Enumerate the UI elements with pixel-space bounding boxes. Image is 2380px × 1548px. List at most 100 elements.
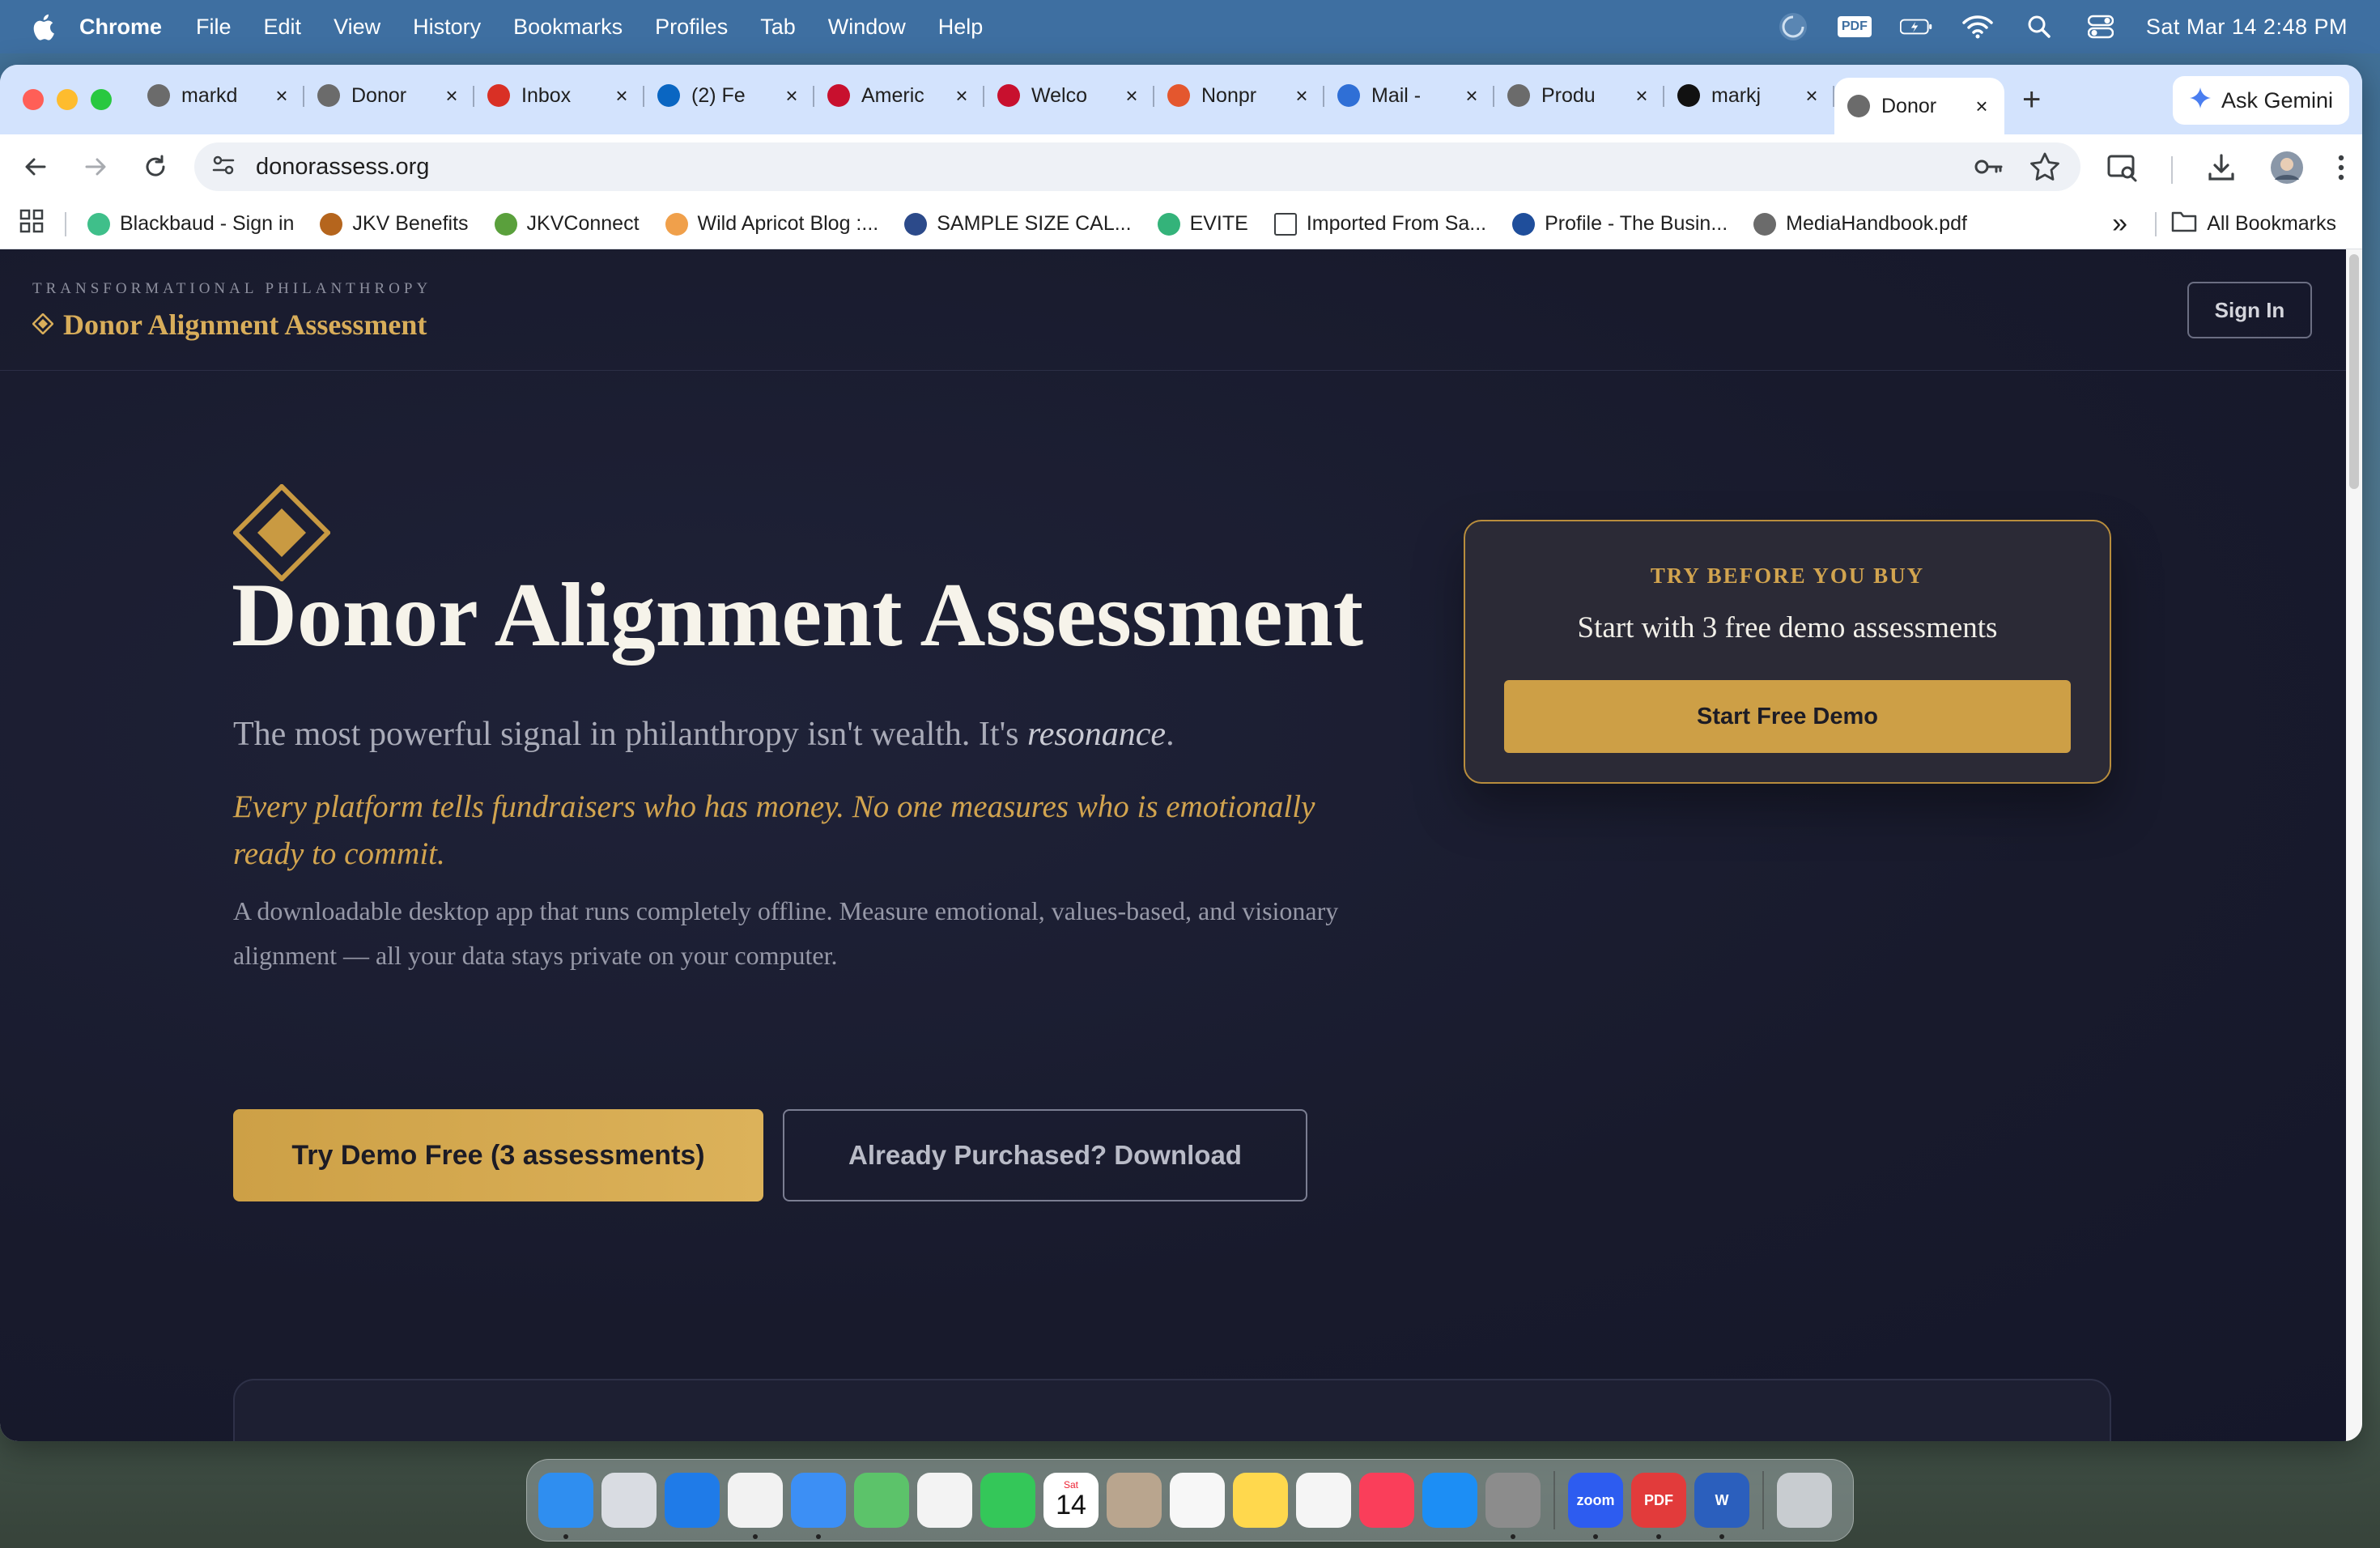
dock-contacts-icon[interactable] <box>1107 1473 1162 1528</box>
already-purchased-download-button[interactable]: Already Purchased? Download <box>783 1109 1307 1201</box>
dock-trash-icon[interactable] <box>1777 1473 1832 1528</box>
browser-tab[interactable]: Nonpr × <box>1154 71 1324 120</box>
bookmark-item[interactable]: SAMPLE SIZE CAL... <box>904 212 1132 236</box>
more-bookmarks-chevron-icon[interactable]: » <box>2112 208 2127 240</box>
tab-search-icon[interactable] <box>2106 151 2139 188</box>
close-tab-icon[interactable]: × <box>442 83 461 108</box>
close-tab-icon[interactable]: × <box>1632 83 1651 108</box>
tab-active[interactable]: Donor × <box>1834 78 2004 134</box>
browser-tab[interactable]: Americ × <box>814 71 984 120</box>
menu-bar-clock[interactable]: Sat Mar 14 2:48 PM <box>2146 15 2348 40</box>
dock-facetime-icon[interactable] <box>980 1473 1035 1528</box>
try-demo-free-button[interactable]: Try Demo Free (3 assessments) <box>233 1109 763 1201</box>
close-tab-icon[interactable]: × <box>952 83 971 108</box>
dock-launchpad-icon[interactable] <box>601 1473 657 1528</box>
close-tab-icon[interactable]: × <box>272 83 291 108</box>
dock-photos-icon[interactable] <box>917 1473 972 1528</box>
browser-tab[interactable]: Produ × <box>1494 71 1664 120</box>
apps-grid-icon[interactable] <box>19 209 44 239</box>
back-arrow-icon[interactable] <box>19 151 52 183</box>
menu-profiles[interactable]: Profiles <box>655 15 728 40</box>
bookmark-item[interactable]: MediaHandbook.pdf <box>1753 212 1967 236</box>
menu-history[interactable]: History <box>413 15 481 40</box>
close-tab-icon[interactable]: × <box>612 83 631 108</box>
pdf-menu-icon[interactable]: PDF <box>1837 11 1872 43</box>
bookmark-item[interactable]: Imported From Sa... <box>1273 212 1486 236</box>
bookmark-item[interactable]: Blackbaud - Sign in <box>87 212 294 236</box>
dock-safari-icon[interactable] <box>665 1473 720 1528</box>
bookmark-star-icon[interactable] <box>2029 151 2061 187</box>
apple-icon[interactable] <box>32 12 57 41</box>
dock-pdf-expert-icon[interactable]: PDF <box>1631 1473 1686 1539</box>
bookmark-item[interactable]: EVITE <box>1157 212 1248 236</box>
dock-word-icon[interactable]: W <box>1694 1473 1749 1539</box>
menu-bookmarks[interactable]: Bookmarks <box>513 15 623 40</box>
subtitle-text: The most powerful signal in philanthropy… <box>233 716 1027 753</box>
address-bar[interactable]: donorassess.org <box>194 142 2080 191</box>
reload-icon[interactable] <box>139 151 172 183</box>
close-window-button[interactable] <box>23 89 44 110</box>
close-tab-icon[interactable]: × <box>1462 83 1481 108</box>
menu-edit[interactable]: Edit <box>264 15 302 40</box>
dock-finder-icon[interactable] <box>538 1473 593 1539</box>
dock-notes-icon[interactable] <box>1233 1473 1288 1528</box>
siri-icon[interactable] <box>1777 11 1809 43</box>
sign-in-button[interactable]: Sign In <box>2187 282 2312 338</box>
tab-favicon-icon <box>657 84 680 107</box>
dock-app-store-icon[interactable] <box>1422 1473 1477 1528</box>
all-bookmarks-button[interactable]: All Bookmarks <box>2171 210 2336 238</box>
wifi-icon[interactable] <box>1961 11 1994 43</box>
browser-tab[interactable]: Mail - × <box>1324 71 1494 120</box>
dock-freeform-icon[interactable] <box>1296 1473 1351 1528</box>
browser-tab[interactable]: Inbox × <box>474 71 644 120</box>
dock-divider <box>1762 1471 1764 1529</box>
menu-help[interactable]: Help <box>938 15 984 40</box>
minimize-window-button[interactable] <box>57 89 78 110</box>
browser-tab[interactable]: (2) Fe × <box>644 71 814 120</box>
dock-music-icon[interactable] <box>1359 1473 1414 1528</box>
dock-system-settings-icon[interactable] <box>1485 1473 1541 1539</box>
scrollbar-thumb[interactable] <box>2349 254 2359 489</box>
site-info-icon[interactable] <box>210 152 236 182</box>
dock-mail-icon[interactable] <box>791 1473 846 1539</box>
battery-icon[interactable] <box>1899 11 1932 43</box>
dock-calendar-icon[interactable]: Sat 14 <box>1043 1473 1099 1528</box>
dock-reminders-icon[interactable] <box>1170 1473 1225 1528</box>
url-text[interactable]: donorassess.org <box>256 154 429 181</box>
menu-window[interactable]: Window <box>828 15 906 40</box>
word-label: W <box>1715 1491 1729 1508</box>
browser-tab[interactable]: markd × <box>134 71 304 120</box>
close-tab-icon[interactable]: × <box>782 83 801 108</box>
browser-tab[interactable]: Donor × <box>304 71 474 120</box>
bookmark-item[interactable]: Profile - The Busin... <box>1512 212 1728 236</box>
password-key-icon[interactable] <box>1972 151 2004 187</box>
ask-gemini-button[interactable]: Ask Gemini <box>2172 76 2349 125</box>
spotlight-search-icon[interactable] <box>2023 11 2055 43</box>
close-tab-icon[interactable]: × <box>1802 83 1821 108</box>
dock-chrome-icon[interactable] <box>728 1473 783 1539</box>
dock-maps-icon[interactable] <box>854 1473 909 1528</box>
profile-avatar[interactable] <box>2270 151 2304 189</box>
control-center-icon[interactable] <box>2085 11 2117 43</box>
download-icon[interactable] <box>2205 151 2238 188</box>
close-tab-icon[interactable]: × <box>1972 94 1991 119</box>
menu-file[interactable]: File <box>196 15 232 40</box>
page-scrollbar[interactable] <box>2346 249 2362 1441</box>
menu-tab[interactable]: Tab <box>760 15 796 40</box>
menu-app-name[interactable]: Chrome <box>79 15 162 40</box>
browser-tab[interactable]: Welco × <box>984 71 1154 120</box>
bookmark-item[interactable]: Wild Apricot Blog :... <box>665 212 878 236</box>
site-brand-link[interactable]: Donor Alignment Assessment <box>32 308 427 342</box>
bookmark-item[interactable]: JKVConnect <box>494 212 640 236</box>
bookmark-item[interactable]: JKV Benefits <box>320 212 469 236</box>
close-tab-icon[interactable]: × <box>1292 83 1311 108</box>
new-tab-button[interactable]: + <box>2022 82 2041 118</box>
more-menu-icon[interactable] <box>2336 153 2346 186</box>
zoom-window-button[interactable] <box>91 89 112 110</box>
browser-tab[interactable]: markj × <box>1664 71 1834 120</box>
menu-view[interactable]: View <box>334 15 380 40</box>
start-free-demo-button[interactable]: Start Free Demo <box>1504 680 2071 753</box>
close-tab-icon[interactable]: × <box>1122 83 1141 108</box>
dock-zoom-icon[interactable]: zoom <box>1568 1473 1623 1539</box>
forward-arrow-icon[interactable] <box>79 151 112 183</box>
